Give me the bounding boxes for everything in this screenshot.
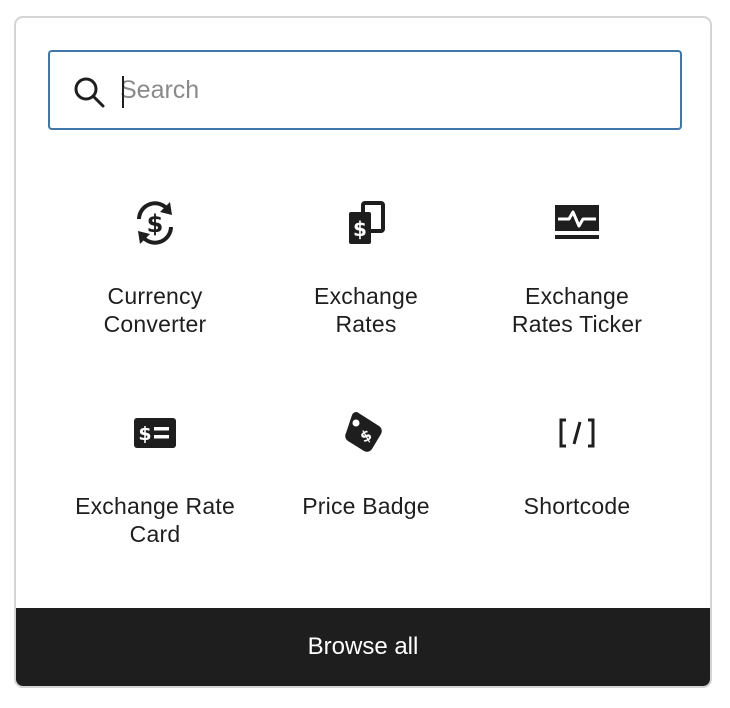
pulse-monitor-icon	[555, 205, 599, 239]
stacked-dollar-bills-icon: $	[349, 201, 385, 244]
price-tag-icon: $	[345, 411, 382, 452]
block-item-exchange-rates-ticker[interactable]: Exchange Rates Ticker	[472, 198, 682, 338]
search-icon	[74, 77, 105, 108]
block-item-price-badge[interactable]: $ Price Badge	[261, 408, 471, 520]
block-item-exchange-rates[interactable]: $ Exchange Rates	[261, 198, 471, 338]
search-box[interactable]	[48, 50, 682, 130]
block-item-shortcode[interactable]: Shortcode	[472, 408, 682, 520]
block-label: Exchange Rate Card	[75, 493, 235, 547]
shortcode-icon	[559, 418, 595, 448]
block-item-exchange-rate-card[interactable]: $ Exchange Rate Card	[50, 408, 260, 548]
svg-text:$: $	[353, 217, 367, 241]
block-inserter-panel: $ Currency Converter $ Exchange Rates	[14, 16, 712, 688]
svg-text:$: $	[138, 423, 151, 445]
svg-text:$: $	[147, 210, 164, 238]
block-label: Price Badge	[302, 493, 430, 519]
currency-exchange-icon: $	[137, 201, 173, 245]
dollar-card-icon: $	[134, 418, 176, 448]
browse-all-button[interactable]: Browse all	[16, 608, 710, 686]
block-label: Exchange Rates Ticker	[511, 283, 643, 337]
search-input[interactable]	[120, 66, 660, 114]
block-label: Shortcode	[523, 493, 631, 519]
block-label: Exchange Rates	[314, 283, 418, 337]
text-caret	[122, 76, 124, 108]
block-label: Currency Converter	[103, 283, 207, 337]
block-item-currency-converter[interactable]: $ Currency Converter	[50, 198, 260, 338]
